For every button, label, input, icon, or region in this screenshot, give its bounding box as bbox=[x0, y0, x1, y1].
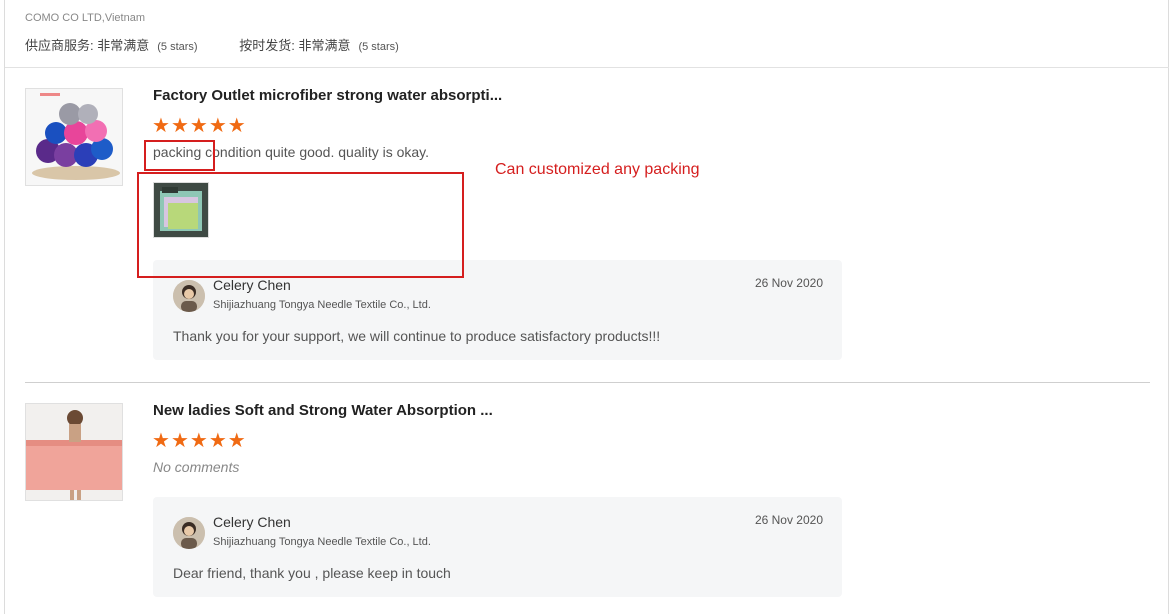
product-thumbnail[interactable] bbox=[25, 403, 123, 501]
avatar-image bbox=[173, 280, 205, 312]
seller-reply: Celery Chen Shijiazhuang Tongya Needle T… bbox=[153, 497, 842, 597]
reply-author: Celery Chen bbox=[213, 277, 291, 293]
star-icon: ★ bbox=[189, 430, 208, 452]
product-title[interactable]: New ladies Soft and Strong Water Absorpt… bbox=[153, 402, 493, 419]
reply-company: Shijiazhuang Tongya Needle Textile Co., … bbox=[213, 299, 431, 311]
star-icon: ★ bbox=[227, 430, 246, 452]
reply-date: 26 Nov 2020 bbox=[754, 513, 823, 527]
towel-model-image bbox=[26, 404, 122, 500]
avatar bbox=[173, 517, 205, 549]
reply-text: Dear friend, thank you , please keep in … bbox=[173, 565, 451, 581]
supplier-name: COMO CO LTD,Vietnam bbox=[25, 12, 146, 24]
star-icon: ★ bbox=[152, 430, 170, 452]
towel-stack-image bbox=[26, 89, 122, 185]
review-comment: No comments bbox=[153, 459, 240, 475]
reply-author: Celery Chen bbox=[213, 514, 291, 530]
star-icon: ★ bbox=[208, 430, 227, 452]
annotation-text: Can customized any packing bbox=[495, 161, 700, 178]
service-value: 非常满意 bbox=[97, 38, 150, 53]
rating-stars: ★★★★★ bbox=[152, 431, 247, 451]
service-stars-text: (5 stars) bbox=[157, 41, 198, 53]
annotation-highlight-small bbox=[144, 140, 215, 171]
delivery-value: 非常满意 bbox=[298, 38, 351, 53]
rating-stars: ★★★★★ bbox=[152, 116, 247, 136]
star-icon: ★ bbox=[170, 115, 189, 137]
service-rating: 供应商服务: 非常满意 (5 stars) bbox=[25, 35, 198, 54]
supplier-ratings: 供应商服务: 非常满意 (5 stars) 按时发货: 非常满意 (5 stars) bbox=[25, 35, 437, 54]
star-icon: ★ bbox=[227, 115, 246, 137]
reply-company: Shijiazhuang Tongya Needle Textile Co., … bbox=[213, 536, 431, 548]
avatar bbox=[173, 280, 205, 312]
delivery-rating: 按时发货: 非常满意 (5 stars) bbox=[239, 35, 399, 54]
star-icon: ★ bbox=[170, 430, 189, 452]
annotation-highlight-large bbox=[137, 172, 464, 278]
service-label: 供应商服务: bbox=[25, 38, 98, 53]
avatar-image bbox=[173, 517, 205, 549]
star-icon: ★ bbox=[152, 115, 170, 137]
product-thumbnail[interactable] bbox=[25, 88, 123, 186]
header-divider bbox=[5, 67, 1169, 68]
product-title[interactable]: Factory Outlet microfiber strong water a… bbox=[153, 87, 502, 104]
star-icon: ★ bbox=[189, 115, 208, 137]
reply-date: 26 Nov 2020 bbox=[754, 276, 823, 290]
reply-text: Thank you for your support, we will cont… bbox=[173, 328, 661, 344]
star-icon: ★ bbox=[208, 115, 227, 137]
delivery-stars-text: (5 stars) bbox=[358, 41, 399, 53]
review-divider bbox=[25, 382, 1150, 383]
delivery-label: 按时发货: bbox=[239, 38, 299, 53]
